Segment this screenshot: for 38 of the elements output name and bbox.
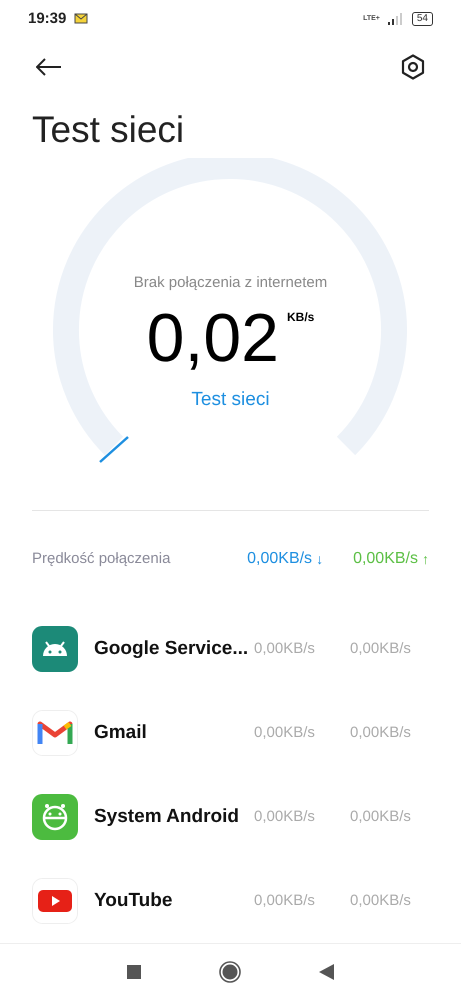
app-download-speed: 0,00KB/s [254,722,316,743]
back-icon[interactable] [319,964,334,980]
status-time: 19:39 [28,8,66,29]
connection-speed-label: Prędkość połączenia [32,548,172,569]
recent-apps-icon[interactable] [127,964,141,979]
app-usage-row[interactable]: Gmail 0,00KB/s 0,00KB/s [0,691,461,776]
app-upload-speed: 0,00KB/s [350,806,411,827]
app-upload-speed: 0,00KB/s [350,638,411,659]
upload-arrow: ↑ [422,550,429,569]
connection-status: Brak połączenia z internetem [134,272,328,293]
app-usage-row[interactable]: Google Service... 0,00KB/s 0,00KB/s [0,607,461,692]
download-arrow: ↓ [316,550,324,569]
app-usage-row[interactable]: YouTube 0,00KB/s 0,00KB/s [0,859,461,944]
app-download-speed: 0,00KB/s [254,806,316,827]
app-name: System Android [94,804,240,829]
android-app-icon [32,626,78,672]
mail-app-icon [32,710,78,756]
page-title: Test sieci [32,108,186,152]
app-name: Gmail [94,720,148,745]
play-app-icon [32,878,78,924]
app-upload-speed: 0,00KB/s [350,722,411,743]
app-name: YouTube [94,888,174,913]
app-download-speed: 0,00KB/s [254,638,316,659]
speed-unit: KB/s [287,309,314,326]
back-arrow-icon[interactable] [36,58,62,76]
settings-icon[interactable] [401,54,425,80]
app-name: Google Service... [94,636,250,661]
speed-value: 0,02 [146,299,279,378]
app-upload-speed: 0,00KB/s [350,890,411,911]
upload-speed: 0,00KB/s [353,549,418,570]
download-speed: 0,00KB/s [247,549,312,570]
app-download-speed: 0,00KB/s [254,890,316,911]
robot-app-icon [32,794,78,840]
home-icon[interactable] [219,960,241,983]
app-usage-row[interactable]: System Android 0,00KB/s 0,00KB/s [0,775,461,860]
signal-icon [388,12,404,25]
mail-notification-icon [74,13,88,24]
battery-level: 54 [412,12,433,26]
